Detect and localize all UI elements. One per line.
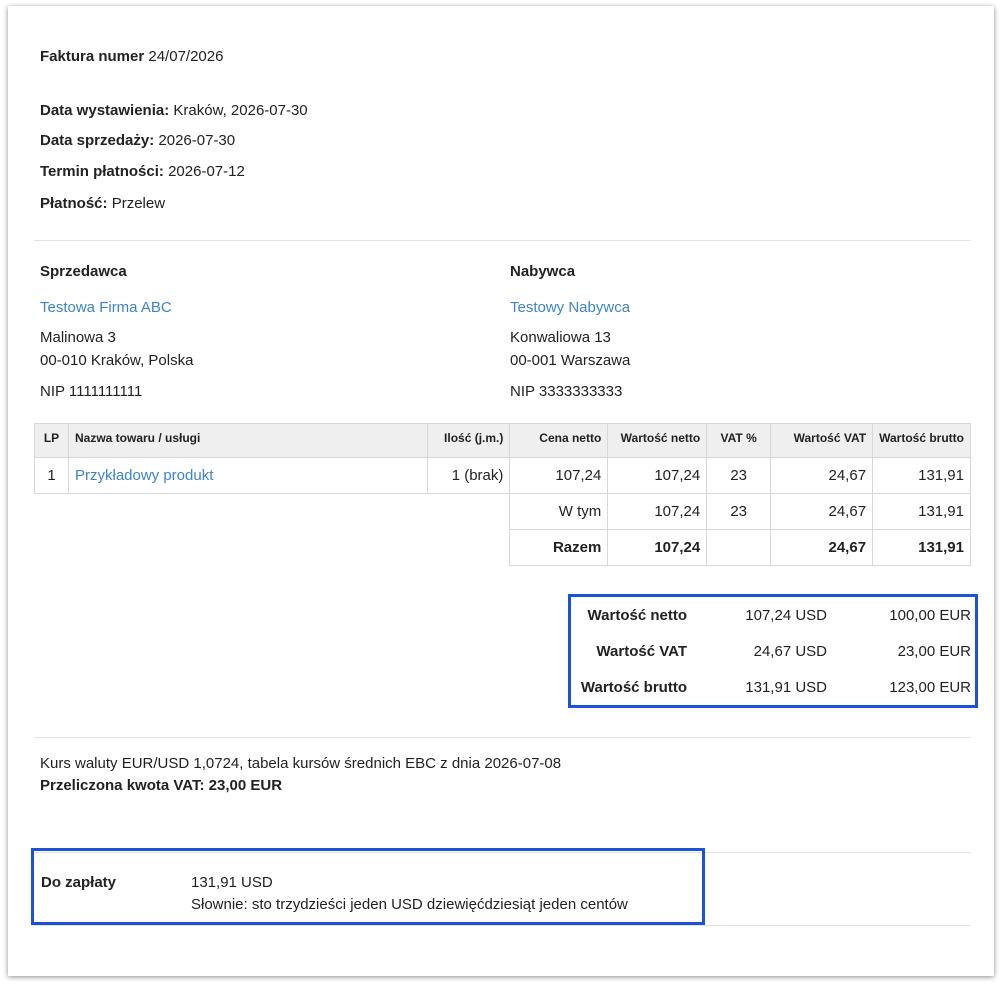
total-net: 107,24 — [607, 529, 708, 566]
subtotal-gross: 131,91 — [872, 493, 971, 530]
summary-gross-usd: 131,91 USD — [745, 679, 827, 696]
summary-gross-eur: 123,00 EUR — [889, 679, 971, 696]
seller-street: Malinowa 3 — [40, 329, 116, 346]
payment-method-value: Przelew — [111, 195, 166, 212]
item-qty: 1 (brak) — [427, 457, 511, 494]
payment-method: Płatność: Przelew — [40, 195, 165, 212]
buyer-heading: Nabywca — [510, 263, 576, 280]
item-vat: 24,67 — [770, 457, 874, 494]
invoice-number-value: 24/07/2026 — [148, 48, 224, 65]
due-date-label: Termin płatności: — [40, 163, 164, 180]
total-vat: 24,67 — [770, 529, 874, 566]
total-row: Razem 107,24 24,67 131,91 — [35, 529, 971, 566]
divider — [34, 925, 971, 926]
header-price: Cena netto — [509, 423, 609, 458]
seller-name-link[interactable]: Testowa Firma ABC — [40, 299, 172, 316]
divider — [34, 240, 971, 241]
sale-date: Data sprzedaży: 2026-07-30 — [40, 132, 235, 149]
summary-row-gross: Wartość brutto 131,91 USD 123,00 EUR — [571, 673, 975, 703]
summary-vat-usd: 24,67 USD — [753, 643, 827, 660]
table-row: 1 Przykładowy produkt 1 (brak) 107,24 10… — [34, 457, 971, 494]
currency-summary-box: Wartość netto 107,24 USD 100,00 EUR Wart… — [568, 594, 978, 708]
subtotal-vat-rate: 23 — [706, 493, 772, 530]
payment-due-label: Do zapłaty — [41, 874, 117, 891]
issue-date-label: Data wystawienia: — [40, 102, 170, 119]
buyer-city: 00-001 Warszawa — [510, 352, 631, 369]
payment-due-in-words: Słownie: sto trzydzieści jeden USD dziew… — [191, 896, 628, 913]
header-name: Nazwa towaru / usługi — [67, 423, 429, 458]
header-net: Wartość netto — [607, 423, 708, 458]
subtotal-label: W tym — [509, 493, 609, 530]
due-date-value: 2026-07-12 — [168, 163, 245, 180]
payment-method-label: Płatność: — [40, 195, 108, 212]
payment-due-amount: 131,91 USD — [191, 874, 273, 891]
item-name-link[interactable]: Przykładowy produkt — [67, 457, 429, 494]
issue-date-value: Kraków, 2026-07-30 — [173, 102, 308, 119]
item-lp: 1 — [34, 457, 69, 494]
summary-net-usd: 107,24 USD — [745, 607, 827, 624]
summary-row-net: Wartość netto 107,24 USD 100,00 EUR — [571, 601, 975, 631]
item-gross: 131,91 — [872, 457, 971, 494]
header-gross: Wartość brutto — [872, 423, 971, 458]
summary-vat-eur: 23,00 EUR — [897, 643, 971, 660]
sale-date-label: Data sprzedaży: — [40, 132, 155, 149]
summary-gross-label: Wartość brutto — [580, 679, 687, 696]
exchange-rate-text: Kurs waluty EUR/USD 1,0724, tabela kursó… — [40, 755, 562, 772]
item-net: 107,24 — [607, 457, 708, 494]
header-vat-rate: VAT % — [706, 423, 772, 458]
summary-vat-label: Wartość VAT — [596, 643, 687, 660]
header-vat: Wartość VAT — [770, 423, 874, 458]
seller-city: 00-010 Kraków, Polska — [40, 352, 194, 369]
subtotal-row: W tym 107,24 23 24,67 131,91 — [35, 493, 971, 530]
converted-vat-text: Przeliczona kwota VAT: 23,00 EUR — [40, 777, 283, 794]
sale-date-value: 2026-07-30 — [158, 132, 236, 149]
header-lp: LP — [34, 423, 69, 458]
payment-due-box: Do zapłaty 131,91 USD Słownie: sto trzyd… — [31, 848, 705, 925]
items-table: LP Nazwa towaru / usługi Ilość (j.m.) Ce… — [34, 423, 971, 566]
summary-net-eur: 100,00 EUR — [889, 607, 971, 624]
subtotal-net: 107,24 — [607, 493, 708, 530]
header-qty: Ilość (j.m.) — [427, 423, 511, 458]
total-gross: 131,91 — [872, 529, 971, 566]
buyer-nip: NIP 3333333333 — [510, 383, 623, 400]
invoice-number-label: Faktura numer — [40, 48, 145, 65]
summary-row-vat: Wartość VAT 24,67 USD 23,00 EUR — [571, 637, 975, 667]
seller-nip: NIP 1111111111 — [40, 383, 143, 400]
summary-net-label: Wartość netto — [587, 607, 687, 624]
item-vat-rate: 23 — [706, 457, 772, 494]
items-header-row: LP Nazwa towaru / usługi Ilość (j.m.) Ce… — [34, 423, 971, 458]
subtotal-vat: 24,67 — [770, 493, 874, 530]
total-label: Razem — [509, 529, 609, 566]
buyer-name-link[interactable]: Testowy Nabywca — [510, 299, 630, 316]
buyer-street: Konwaliowa 13 — [510, 329, 611, 346]
invoice-page: Faktura numer 24/07/2026 Data wystawieni… — [8, 6, 994, 976]
seller-heading: Sprzedawca — [40, 263, 127, 280]
invoice-number: Faktura numer 24/07/2026 — [40, 48, 223, 65]
issue-date: Data wystawienia: Kraków, 2026-07-30 — [40, 102, 308, 119]
total-vat-rate — [706, 529, 772, 566]
due-date: Termin płatności: 2026-07-12 — [40, 163, 245, 180]
divider — [34, 737, 971, 738]
item-price: 107,24 — [509, 457, 609, 494]
